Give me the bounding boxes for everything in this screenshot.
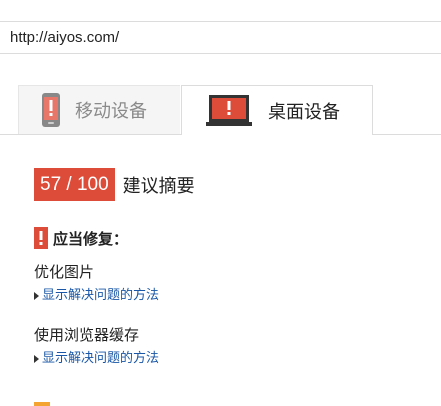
expand-triangle-icon (34, 292, 39, 300)
show-fix-link[interactable]: 显示解决问题的方法 (34, 351, 159, 367)
issue-item: 优化图片 显示解决问题的方法 (34, 262, 159, 304)
show-fix-link-text[interactable]: 显示解决问题的方法 (42, 288, 159, 304)
score-badge: 57 / 100 (34, 168, 115, 201)
url-input-value[interactable]: http://aiyos.com/ (10, 29, 119, 46)
pagespeed-results-page: http://aiyos.com/ 移动设备 桌面设备 57 / 100 建议摘… (0, 0, 441, 406)
score-summary: 57 / 100 建议摘要 (34, 168, 195, 201)
device-tab-strip: 移动设备 桌面设备 (0, 85, 441, 135)
show-fix-link[interactable]: 显示解决问题的方法 (34, 288, 159, 304)
should-fix-heading: 应当修复： (34, 227, 128, 249)
tab-desktop[interactable]: 桌面设备 (181, 85, 373, 135)
mobile-phone-icon (42, 93, 60, 127)
tab-desktop-label: 桌面设备 (268, 101, 340, 123)
tab-mobile-label: 移动设备 (75, 101, 147, 122)
issue-title: 优化图片 (34, 263, 95, 281)
show-fix-link-text[interactable]: 显示解决问题的方法 (42, 351, 159, 367)
desktop-monitor-icon (206, 94, 252, 126)
tab-mobile[interactable]: 移动设备 (18, 85, 180, 134)
issue-item: 使用浏览器缓存 显示解决问题的方法 (34, 325, 159, 367)
should-fix-label: 应当修复： (53, 229, 129, 248)
summary-title: 建议摘要 (122, 175, 195, 197)
issue-title: 使用浏览器缓存 (34, 326, 140, 344)
consider-fixing-marker (34, 402, 50, 406)
expand-triangle-icon (34, 355, 39, 363)
url-bar[interactable]: http://aiyos.com/ (0, 21, 441, 54)
warning-exclamation-icon (34, 227, 48, 249)
